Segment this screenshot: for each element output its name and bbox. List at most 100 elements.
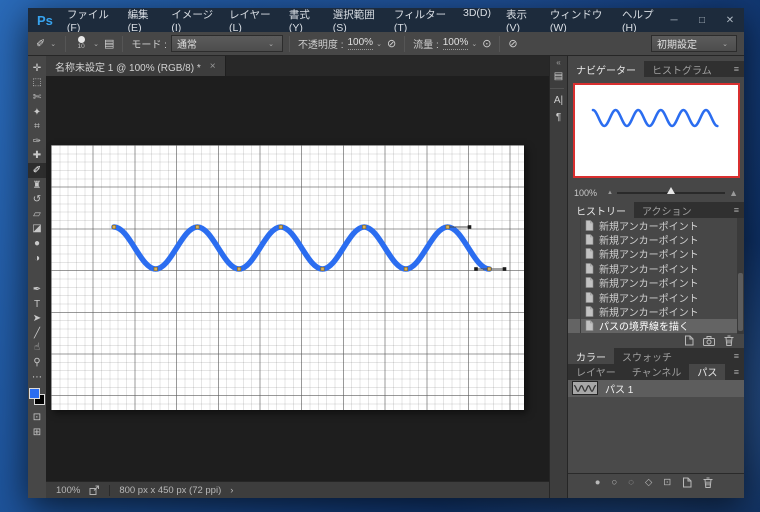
dodge-tool[interactable]: ◑ [28,251,46,266]
menu-item[interactable]: 編集(E) [128,7,157,34]
crop-tool[interactable]: ⌗ [28,119,46,134]
quick-mask-mode-button[interactable]: ⊡ [28,410,46,425]
eraser-tool[interactable]: ▱ [28,207,46,222]
zoom-in-icon[interactable]: ▲ [729,188,738,198]
history-brush-tool[interactable]: ↺ [28,192,46,207]
new-snapshot-camera-icon[interactable] [703,336,715,346]
panel-tab[interactable]: カラー [568,348,614,364]
opacity-value[interactable]: 100% [348,37,374,50]
foreground-color-swatch[interactable] [29,388,40,399]
panel-tab[interactable]: アクション [634,202,700,218]
history-entry[interactable]: 新規アンカーポイント [568,261,744,275]
flow-value[interactable]: 100% [443,37,469,50]
history-entry[interactable]: 新規アンカーポイント [568,290,744,304]
opacity-pressure-icon[interactable]: ⊘ [387,37,396,50]
healing-brush-tool[interactable]: ✚ [28,149,46,164]
zoom-slider[interactable] [617,192,725,194]
history-source-cell[interactable] [568,319,581,333]
panel-menu-icon[interactable]: ≡ [734,351,739,361]
make-work-path-icon[interactable]: ◇ [645,477,652,488]
menu-item[interactable]: 表示(V) [506,7,535,34]
history-source-cell[interactable] [568,232,581,246]
hand-tool[interactable]: ☝ [28,341,46,356]
tab-close-icon[interactable]: × [210,61,216,72]
history-entry[interactable]: 新規アンカーポイント [568,232,744,246]
menu-item[interactable]: レイヤー(L) [229,7,274,34]
paragraph-panel-icon[interactable]: ¶ [550,109,568,126]
panel-tab[interactable]: スウォッチ [614,348,680,364]
screen-mode-button[interactable]: ⊞ [28,425,46,440]
fill-path-icon[interactable]: ● [595,477,601,488]
more-tools[interactable]: ⋯ [28,370,46,385]
history-scrollbar[interactable] [737,218,744,334]
history-source-cell[interactable] [568,290,581,304]
panel-tab[interactable]: ヒストグラム [644,61,720,77]
quick-selection-tool[interactable]: ✦ [28,105,46,120]
mode-dropdown[interactable]: 通常 ⌄ [171,35,283,52]
libraries-panel-icon[interactable]: ▤ [550,68,568,85]
panel-tab[interactable]: パス [689,364,725,380]
maximize-button[interactable]: □ [688,8,716,32]
canvas[interactable] [51,145,524,410]
menu-item[interactable]: 書式(Y) [289,7,318,34]
zoom-out-icon[interactable]: ▲ [607,190,613,196]
menu-item[interactable]: ヘルプ(H) [622,7,660,34]
tool-preset-icon[interactable]: ✐ [36,37,45,50]
new-path-icon[interactable] [682,477,692,488]
brush-preset-picker[interactable]: 10 [72,36,90,51]
history-source-cell[interactable] [568,304,581,318]
history-entry[interactable]: パスの境界線を描く [568,319,744,333]
eyedropper-tool[interactable]: ✑ [28,134,46,149]
status-chevron-icon[interactable]: › [230,485,233,496]
airbrush-icon[interactable]: ⊙ [482,37,491,50]
line-tool[interactable]: ╱ [28,326,46,341]
smoothing-pressure-icon[interactable]: ⊘ [508,37,517,50]
pen-path-wave[interactable] [51,145,524,410]
navigator-zoom-value[interactable]: 100% [574,188,597,198]
delete-trash-icon[interactable] [703,477,713,488]
flow-caret-icon[interactable]: ⌄ [471,40,477,48]
new-document-from-state-icon[interactable] [684,335,694,346]
canvas-area[interactable] [46,76,549,481]
menu-item[interactable]: フィルター(T) [394,7,448,34]
menu-item[interactable]: ファイル(F) [67,7,113,34]
panel-tab[interactable]: ナビゲーター [568,61,644,77]
delete-trash-icon[interactable] [724,335,734,346]
add-mask-icon[interactable]: ⊡ [663,477,671,488]
move-tool[interactable]: ✛ [28,61,46,76]
history-entry[interactable]: 新規アンカーポイント [568,247,744,261]
panel-menu-icon[interactable]: ≡ [734,367,739,377]
history-entry[interactable]: 新規アンカーポイント [568,304,744,318]
tool-preset-caret-icon[interactable]: ⌄ [50,40,56,48]
marquee-tool[interactable]: ⬚ [28,76,46,91]
panel-menu-icon[interactable]: ≡ [734,64,739,74]
brush-panel-toggle-icon[interactable]: ▤ [104,37,114,50]
history-entry[interactable]: 新規アンカーポイント [568,276,744,290]
character-panel-icon[interactable]: A| [550,92,568,109]
zoom-slider-thumb[interactable] [667,187,675,194]
history-source-cell[interactable] [568,218,581,232]
pen-tool[interactable]: ✒ [28,282,46,297]
history-source-cell[interactable] [568,261,581,275]
navigator-thumbnail[interactable] [573,83,740,178]
minimize-button[interactable]: ─ [660,8,688,32]
brush-preset-caret-icon[interactable]: ⌄ [93,40,99,48]
zoom-tool[interactable]: ⚲ [28,355,46,370]
opacity-caret-icon[interactable]: ⌄ [376,40,382,48]
clone-stamp-tool[interactable]: ♜ [28,178,46,193]
panel-tab[interactable]: ヒストリー [568,202,634,218]
panel-tab[interactable]: チャンネル [624,364,690,380]
expand-panels-icon[interactable]: « [556,58,560,68]
export-icon[interactable] [89,485,100,496]
gradient-tool[interactable]: ◪ [28,222,46,237]
menu-item[interactable]: イメージ(I) [171,7,214,34]
menu-item[interactable]: 3D(D) [463,7,491,34]
lasso-tool[interactable]: ✄ [28,90,46,105]
history-source-cell[interactable] [568,247,581,261]
workspace-preset-dropdown[interactable]: 初期設定 ⌄ [651,35,737,52]
brush-tool[interactable]: ✐ [28,163,46,178]
history-source-cell[interactable] [568,276,581,290]
close-button[interactable]: ✕ [716,8,744,32]
menu-item[interactable]: ウィンドウ(W) [550,7,607,34]
path-selection-tool[interactable]: ➤ [28,312,46,327]
